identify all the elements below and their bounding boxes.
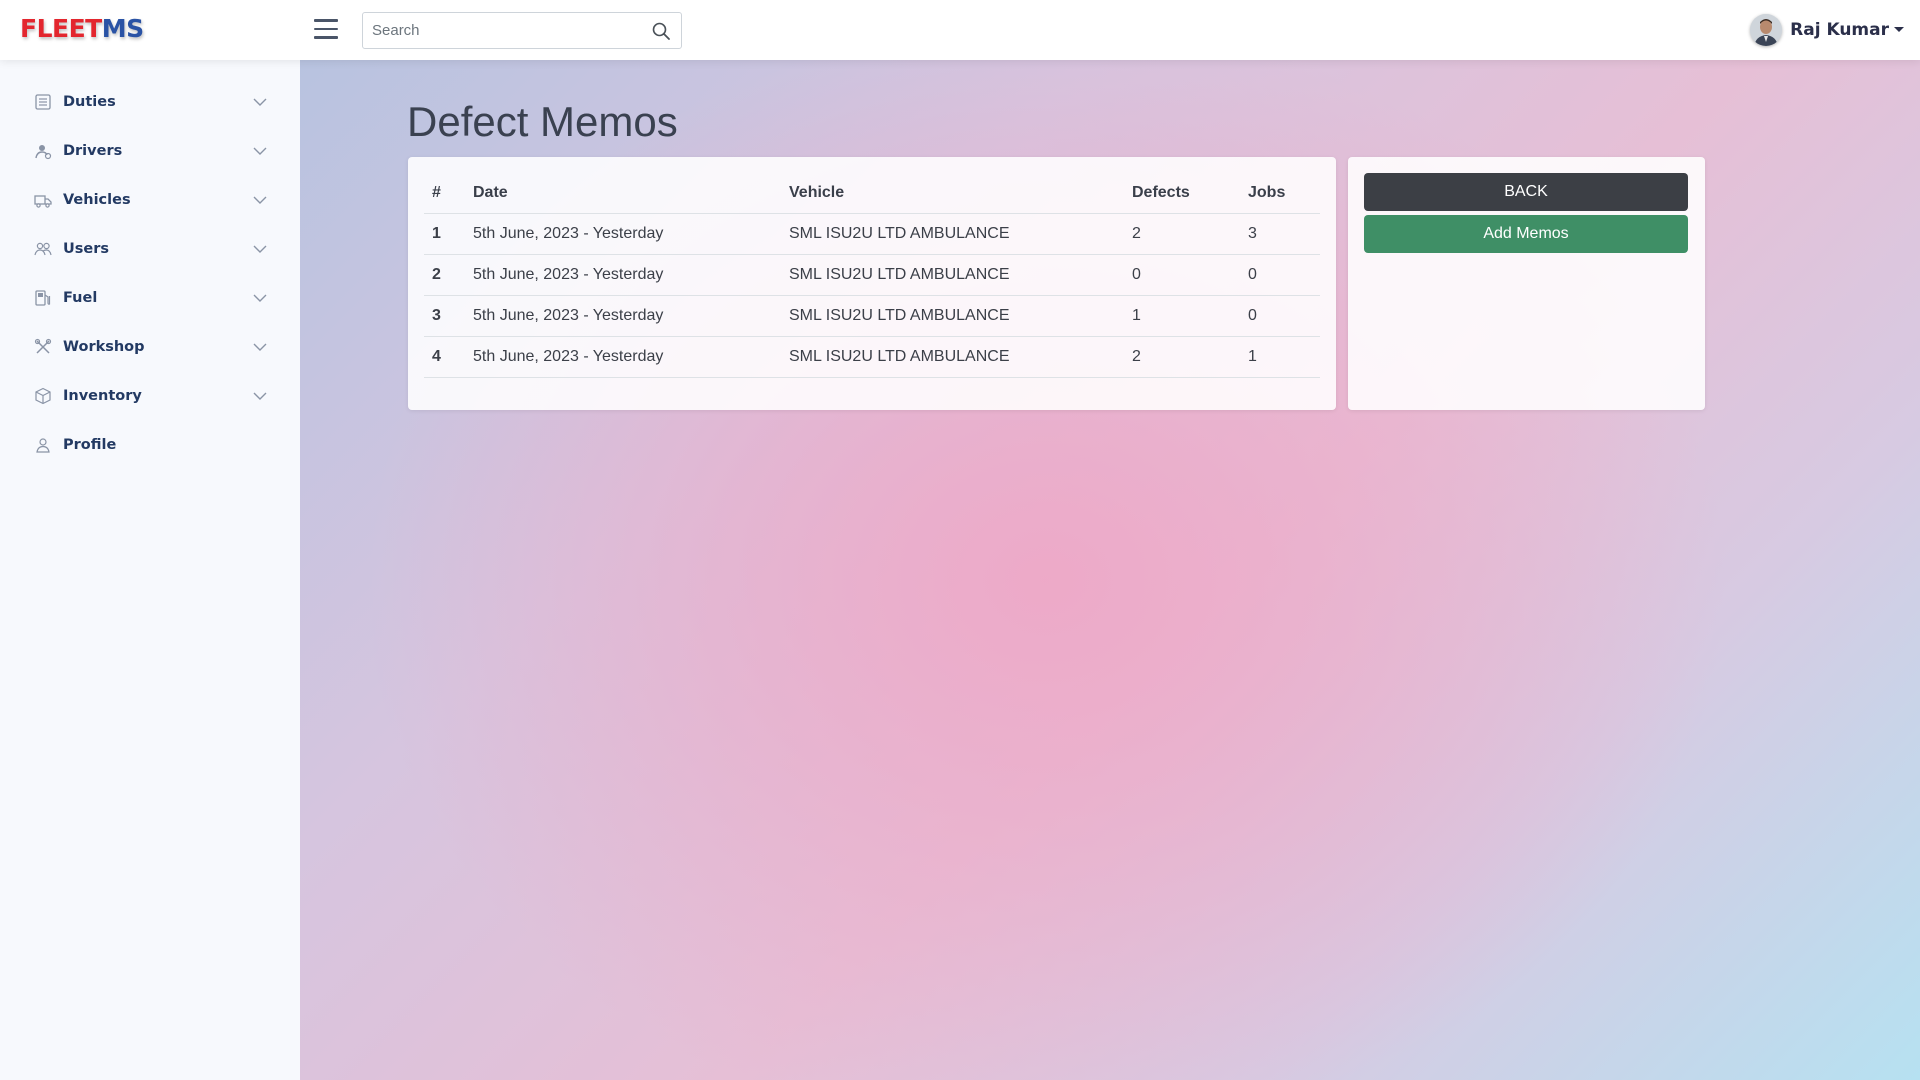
sidebar-item-fuel[interactable]: Fuel: [30, 283, 270, 313]
row-defects: 2: [1124, 213, 1240, 255]
avatar: [1750, 14, 1783, 46]
row-date: 5th June, 2023 - Yesterday: [465, 213, 781, 255]
column-header-number: #: [424, 173, 465, 214]
main-content: Defect Memos # Date Vehicle Defects Jobs…: [300, 60, 1920, 1080]
sidebar-item-profile[interactable]: Profile: [30, 430, 270, 460]
row-vehicle: SML ISU2U LTD AMBULANCE: [781, 254, 1124, 296]
row-jobs: 3: [1240, 213, 1320, 255]
sidebar-item-users[interactable]: Users: [30, 234, 270, 264]
top-navbar: FLEETMS Raj Kumar: [0, 0, 1920, 60]
chevron-down-icon: [253, 196, 267, 204]
driver-icon: [35, 145, 52, 160]
row-vehicle: SML ISU2U LTD AMBULANCE: [781, 295, 1124, 337]
search-input[interactable]: [363, 13, 643, 48]
column-header-vehicle: Vehicle: [781, 173, 1124, 214]
tools-icon: [34, 338, 52, 354]
row-date: 5th June, 2023 - Yesterday: [465, 295, 781, 337]
column-header-jobs: Jobs: [1240, 173, 1320, 214]
column-header-date: Date: [465, 173, 781, 214]
row-defects: 0: [1124, 254, 1240, 296]
table-row[interactable]: 2 5th June, 2023 - Yesterday SML ISU2U L…: [424, 254, 1320, 296]
user-menu[interactable]: Raj Kumar: [1750, 13, 1904, 47]
sidebar-item-label: Users: [63, 241, 110, 257]
chevron-down-icon: [253, 98, 267, 106]
row-defects: 2: [1124, 336, 1240, 378]
user-name: Raj Kumar: [1790, 20, 1889, 40]
sidebar-item-label: Drivers: [63, 143, 123, 159]
row-jobs: 1: [1240, 336, 1320, 378]
logo-part-ms: MS: [101, 14, 144, 43]
back-button[interactable]: BACK: [1364, 173, 1688, 211]
column-header-defects: Defects: [1124, 173, 1240, 214]
chevron-down-icon: [253, 392, 267, 400]
sidebar-item-vehicles[interactable]: Vehicles: [30, 185, 270, 215]
caret-down-icon: [1894, 26, 1904, 32]
row-vehicle: SML ISU2U LTD AMBULANCE: [781, 213, 1124, 255]
row-jobs: 0: [1240, 295, 1320, 337]
fleetms-logo[interactable]: FLEETMS: [20, 14, 144, 43]
table-row[interactable]: 1 5th June, 2023 - Yesterday SML ISU2U L…: [424, 213, 1320, 255]
sidebar-item-label: Duties: [63, 94, 116, 110]
sidebar: Duties Drivers Vehicles Users Fuel Works…: [0, 60, 300, 1080]
row-number: 2: [424, 254, 465, 296]
sidebar-item-drivers[interactable]: Drivers: [30, 136, 270, 166]
sidebar-item-inventory[interactable]: Inventory: [30, 381, 270, 411]
sidebar-item-duties[interactable]: Duties: [30, 87, 270, 117]
chevron-down-icon: [253, 343, 267, 351]
list-icon: [35, 94, 51, 110]
sidebar-item-label: Workshop: [63, 339, 145, 355]
memos-table-card: # Date Vehicle Defects Jobs 1 5th June, …: [408, 157, 1336, 410]
memos-table: # Date Vehicle Defects Jobs 1 5th June, …: [424, 173, 1320, 378]
chevron-down-icon: [253, 147, 267, 155]
chevron-down-icon: [253, 245, 267, 253]
actions-card: BACK Add Memos: [1348, 157, 1705, 410]
box-icon: [35, 387, 51, 405]
search-icon[interactable]: [651, 21, 671, 41]
sidebar-item-label: Inventory: [63, 388, 142, 404]
fuel-pump-icon: [35, 290, 51, 306]
row-defects: 1: [1124, 295, 1240, 337]
menu-toggle-icon[interactable]: [314, 19, 338, 41]
row-number: 1: [424, 213, 465, 255]
table-row[interactable]: 3 5th June, 2023 - Yesterday SML ISU2U L…: [424, 295, 1320, 337]
search-bar: [362, 12, 682, 49]
table-row[interactable]: 4 5th June, 2023 - Yesterday SML ISU2U L…: [424, 336, 1320, 378]
users-icon: [34, 242, 52, 256]
page-title: Defect Memos: [407, 98, 678, 145]
table-header-row: # Date Vehicle Defects Jobs: [424, 173, 1320, 214]
row-number: 3: [424, 295, 465, 337]
person-icon: [36, 438, 50, 453]
sidebar-item-workshop[interactable]: Workshop: [30, 332, 270, 362]
sidebar-item-label: Profile: [63, 437, 117, 453]
row-date: 5th June, 2023 - Yesterday: [465, 336, 781, 378]
sidebar-item-label: Vehicles: [63, 192, 131, 208]
row-jobs: 0: [1240, 254, 1320, 296]
chevron-down-icon: [253, 294, 267, 302]
sidebar-item-label: Fuel: [63, 290, 98, 306]
row-date: 5th June, 2023 - Yesterday: [465, 254, 781, 296]
logo-part-fleet: FLEET: [20, 14, 102, 43]
row-number: 4: [424, 336, 465, 378]
truck-icon: [34, 195, 52, 208]
add-memos-button[interactable]: Add Memos: [1364, 215, 1688, 253]
row-vehicle: SML ISU2U LTD AMBULANCE: [781, 336, 1124, 378]
